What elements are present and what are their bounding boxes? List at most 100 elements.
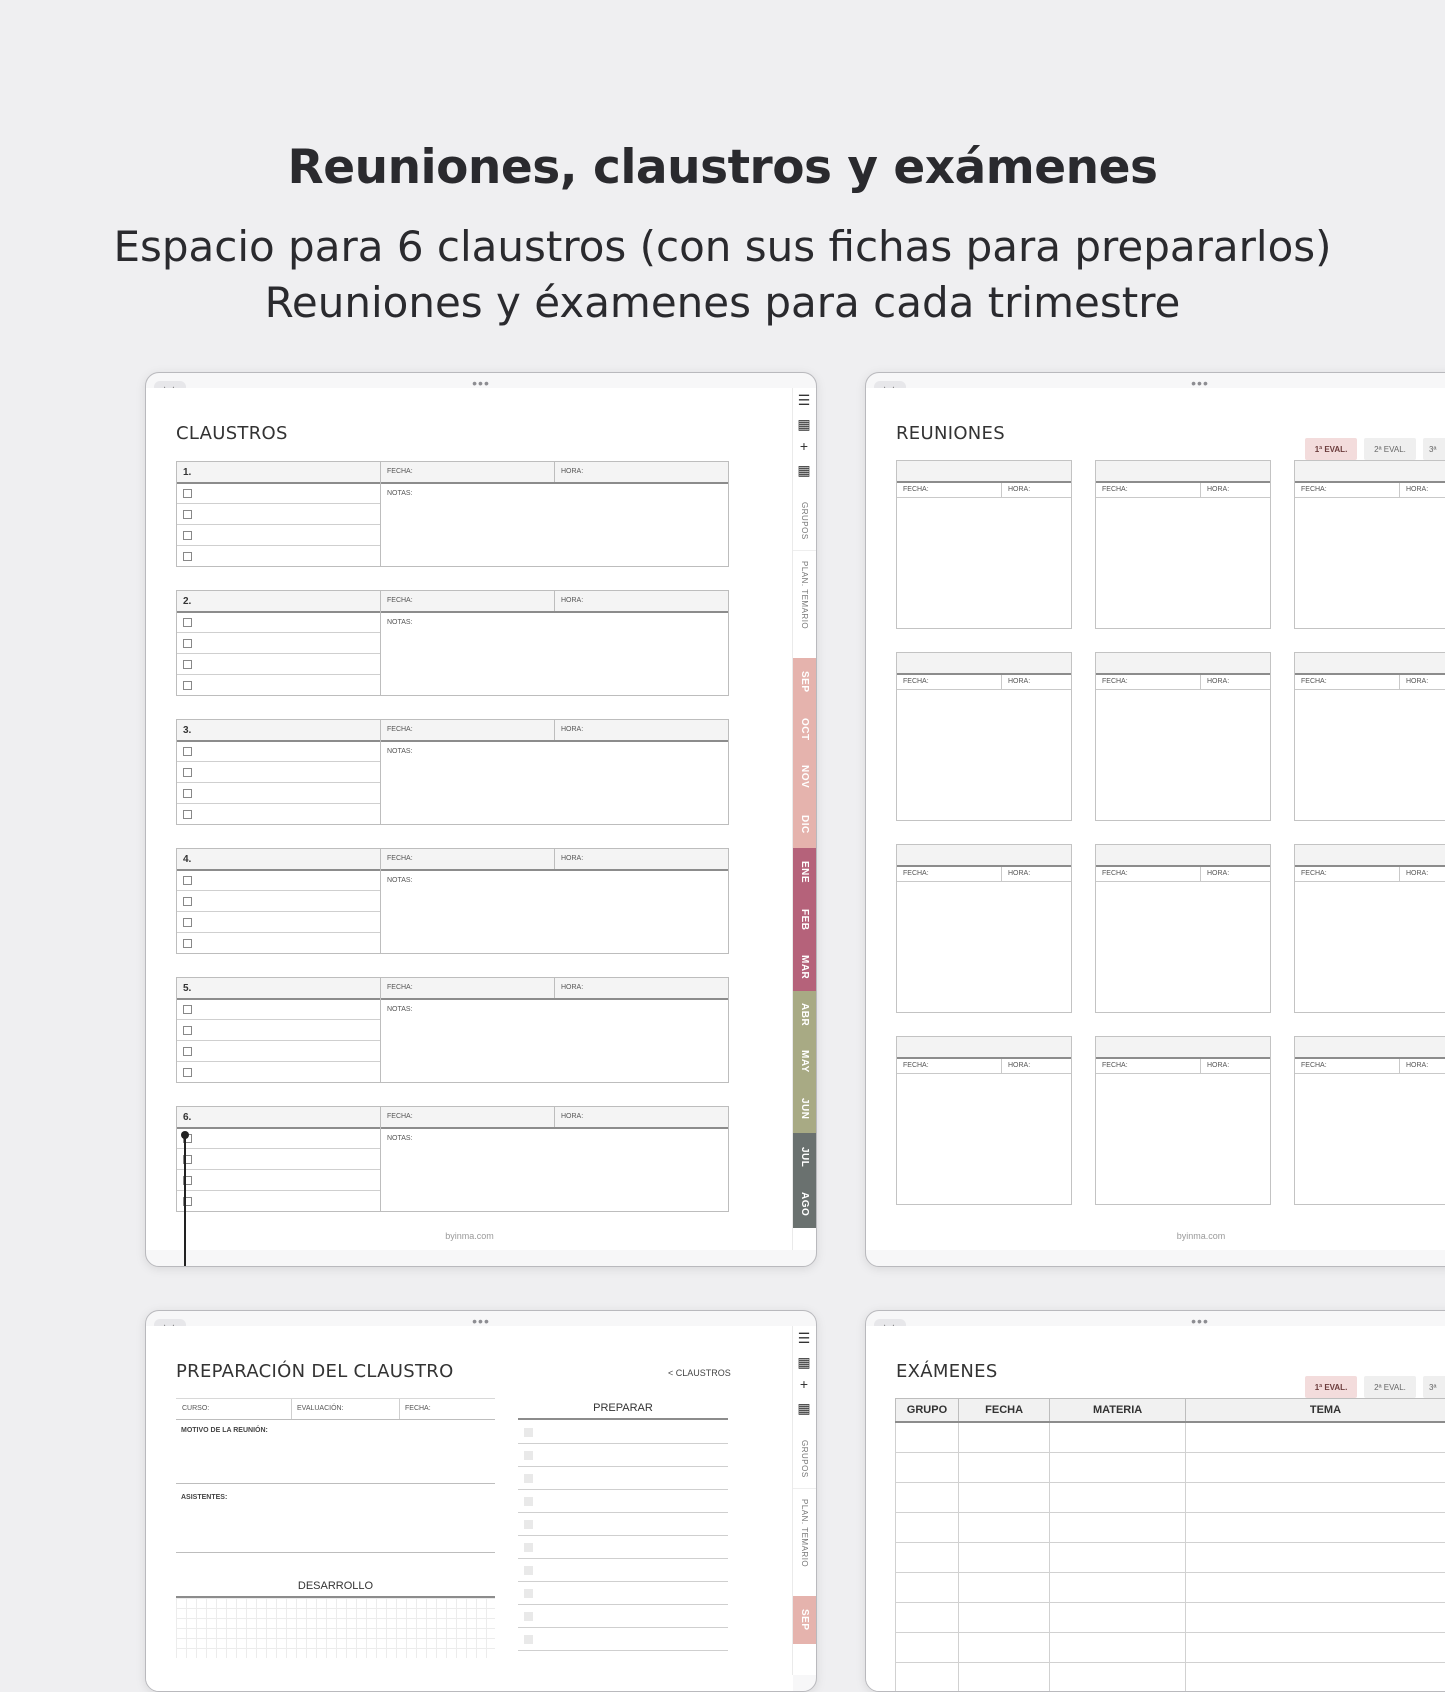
checkbox[interactable] bbox=[524, 1612, 533, 1621]
plus-icon[interactable]: + bbox=[796, 438, 812, 454]
table-cell[interactable] bbox=[958, 1513, 1049, 1543]
table-row[interactable] bbox=[896, 1603, 1445, 1633]
table-cell[interactable] bbox=[1185, 1513, 1445, 1543]
checkbox[interactable] bbox=[183, 1026, 192, 1035]
tab-month-nov[interactable]: NOV bbox=[793, 753, 816, 801]
checkbox[interactable] bbox=[183, 876, 192, 885]
table-cell[interactable] bbox=[896, 1513, 959, 1543]
preparar-row[interactable] bbox=[518, 1582, 728, 1605]
reunion-card[interactable]: FECHA:HORA: bbox=[1095, 1036, 1271, 1205]
table-cell[interactable] bbox=[896, 1543, 959, 1573]
table-cell[interactable] bbox=[1185, 1543, 1445, 1573]
checkbox[interactable] bbox=[524, 1428, 533, 1437]
table-cell[interactable] bbox=[1050, 1543, 1186, 1573]
table-cell[interactable] bbox=[896, 1483, 959, 1513]
checkbox[interactable] bbox=[183, 918, 192, 927]
tab-month-sep[interactable]: SEP bbox=[793, 658, 816, 706]
claustro-block[interactable]: 6.FECHA:HORA:NOTAS: bbox=[176, 1106, 729, 1212]
checkbox[interactable] bbox=[183, 510, 192, 519]
plus-icon[interactable]: + bbox=[796, 1376, 812, 1392]
table-cell[interactable] bbox=[958, 1663, 1049, 1692]
preparar-row[interactable] bbox=[518, 1513, 728, 1536]
desarrollo-grid[interactable] bbox=[176, 1596, 495, 1658]
table-row[interactable] bbox=[896, 1422, 1445, 1453]
checkbox[interactable] bbox=[183, 531, 192, 540]
claustro-block[interactable]: 3.FECHA:HORA:NOTAS: bbox=[176, 719, 729, 825]
reunion-card[interactable]: FECHA:HORA: bbox=[1294, 844, 1445, 1013]
reunion-card[interactable]: FECHA:HORA: bbox=[1095, 652, 1271, 821]
checkbox[interactable] bbox=[524, 1635, 533, 1644]
reunion-card[interactable]: FECHA:HORA: bbox=[896, 1036, 1072, 1205]
eval-tab-1[interactable]: 1ª EVAL. bbox=[1305, 1376, 1357, 1398]
table-cell[interactable] bbox=[958, 1543, 1049, 1573]
checkbox[interactable] bbox=[183, 810, 192, 819]
checkbox[interactable] bbox=[183, 489, 192, 498]
table-cell[interactable] bbox=[896, 1422, 959, 1453]
table-cell[interactable] bbox=[896, 1663, 959, 1692]
tab-grupos[interactable]: GRUPOS bbox=[793, 492, 816, 551]
table-cell[interactable] bbox=[1185, 1603, 1445, 1633]
table-cell[interactable] bbox=[1185, 1633, 1445, 1663]
tab-month-oct[interactable]: OCT bbox=[793, 706, 816, 754]
table-cell[interactable] bbox=[1050, 1483, 1186, 1513]
checkbox[interactable] bbox=[183, 897, 192, 906]
tab-plan-temario[interactable]: PLAN. TEMARIO bbox=[793, 552, 816, 638]
checkbox[interactable] bbox=[524, 1451, 533, 1460]
calendar-icon[interactable]: ▦ bbox=[796, 1354, 812, 1371]
table-cell[interactable] bbox=[1050, 1663, 1186, 1692]
table-cell[interactable] bbox=[1050, 1603, 1186, 1633]
reunion-card[interactable]: FECHA:HORA: bbox=[1294, 652, 1445, 821]
checkbox[interactable] bbox=[183, 747, 192, 756]
table-row[interactable] bbox=[896, 1453, 1445, 1483]
reunion-card[interactable]: FECHA:HORA: bbox=[896, 844, 1072, 1013]
checkbox[interactable] bbox=[183, 768, 192, 777]
table-cell[interactable] bbox=[896, 1633, 959, 1663]
table-row[interactable] bbox=[896, 1633, 1445, 1663]
tab-month-ago[interactable]: AGO bbox=[793, 1181, 816, 1229]
tab-grupos[interactable]: GRUPOS bbox=[793, 1430, 816, 1489]
preparar-row[interactable] bbox=[518, 1605, 728, 1628]
checkbox[interactable] bbox=[183, 681, 192, 690]
checkbox[interactable] bbox=[183, 552, 192, 561]
footer-credit[interactable]: byinma.com bbox=[146, 1231, 793, 1241]
checkbox[interactable] bbox=[183, 1047, 192, 1056]
table-cell[interactable] bbox=[958, 1603, 1049, 1633]
table-cell[interactable] bbox=[896, 1603, 959, 1633]
preparar-row[interactable] bbox=[518, 1536, 728, 1559]
calendar-icon[interactable]: ▦ bbox=[796, 416, 812, 433]
hamburger-menu-icon[interactable]: ☰ bbox=[796, 1330, 812, 1347]
tab-month-jul[interactable]: JUL bbox=[793, 1133, 816, 1181]
table-cell[interactable] bbox=[1050, 1513, 1186, 1543]
table-cell[interactable] bbox=[1185, 1573, 1445, 1603]
table-row[interactable] bbox=[896, 1573, 1445, 1603]
checkbox[interactable] bbox=[524, 1474, 533, 1483]
table-cell[interactable] bbox=[958, 1483, 1049, 1513]
table-cell[interactable] bbox=[1050, 1633, 1186, 1663]
table-cell[interactable] bbox=[1185, 1453, 1445, 1483]
table-cell[interactable] bbox=[1185, 1422, 1445, 1453]
calendar-add-icon[interactable]: ▦ bbox=[796, 1400, 812, 1417]
claustro-block[interactable]: 1.FECHA:HORA:NOTAS: bbox=[176, 461, 729, 567]
checkbox[interactable] bbox=[524, 1520, 533, 1529]
eval-tab-3[interactable]: 3ª bbox=[1423, 438, 1445, 460]
reunion-card[interactable]: FECHA:HORA: bbox=[896, 460, 1072, 629]
checkbox[interactable] bbox=[183, 789, 192, 798]
preparar-row[interactable] bbox=[518, 1559, 728, 1582]
tab-month-sep[interactable]: SEP bbox=[793, 1596, 816, 1644]
tab-month-ene[interactable]: ENE bbox=[793, 848, 816, 896]
reunion-card[interactable]: FECHA:HORA: bbox=[1294, 1036, 1445, 1205]
checkbox[interactable] bbox=[524, 1543, 533, 1552]
reunion-card[interactable]: FECHA:HORA: bbox=[896, 652, 1072, 821]
table-cell[interactable] bbox=[1185, 1663, 1445, 1692]
table-row[interactable] bbox=[896, 1543, 1445, 1573]
table-cell[interactable] bbox=[958, 1453, 1049, 1483]
table-row[interactable] bbox=[896, 1513, 1445, 1543]
claustro-block[interactable]: 2.FECHA:HORA:NOTAS: bbox=[176, 590, 729, 696]
tab-month-abr[interactable]: ABR bbox=[793, 991, 816, 1039]
back-to-claustros-link[interactable]: < CLAUSTROS bbox=[668, 1368, 731, 1378]
preparar-row[interactable] bbox=[518, 1444, 728, 1467]
tab-month-jun[interactable]: JUN bbox=[793, 1086, 816, 1134]
checkbox[interactable] bbox=[183, 660, 192, 669]
table-cell[interactable] bbox=[958, 1422, 1049, 1453]
eval-tab-2[interactable]: 2ª EVAL. bbox=[1364, 1376, 1416, 1398]
